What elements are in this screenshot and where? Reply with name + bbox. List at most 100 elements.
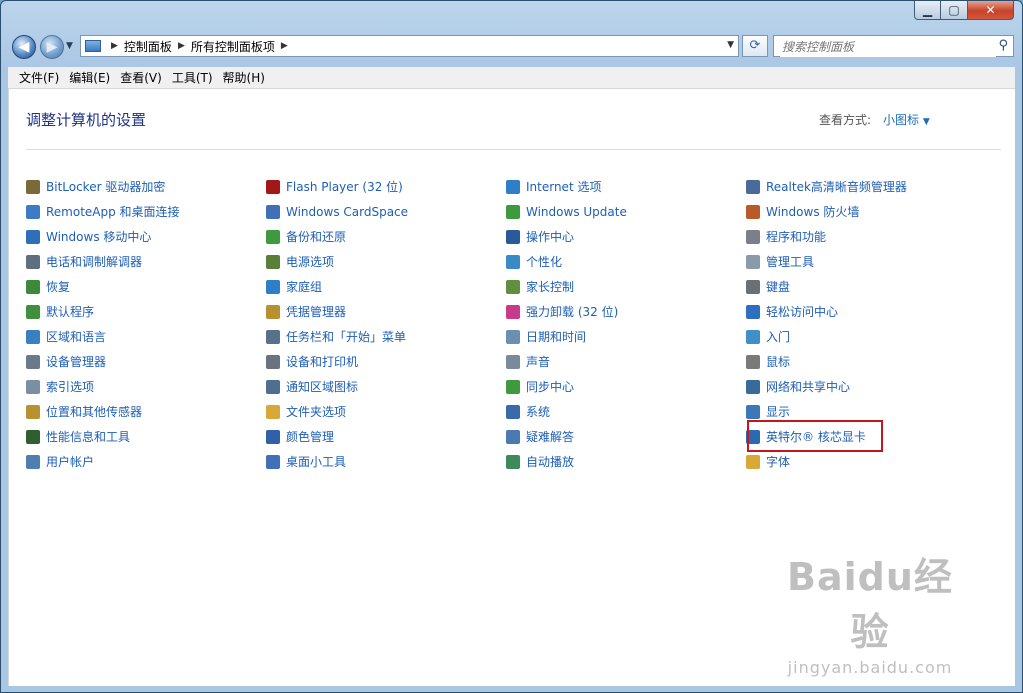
- control-panel-item-label[interactable]: 强力卸载 (32 位): [526, 303, 618, 320]
- control-panel-item[interactable]: 轻松访问中心: [746, 299, 976, 324]
- control-panel-item[interactable]: 位置和其他传感器: [26, 399, 256, 424]
- control-panel-item[interactable]: 电源选项: [266, 249, 496, 274]
- control-panel-item[interactable]: 桌面小工具: [266, 449, 496, 474]
- control-panel-item[interactable]: 自动播放: [506, 449, 736, 474]
- control-panel-item[interactable]: 通知区域图标: [266, 374, 496, 399]
- control-panel-item[interactable]: 用户帐户: [26, 449, 256, 474]
- control-panel-item-label[interactable]: 设备管理器: [46, 353, 106, 370]
- menu-view[interactable]: 查看(V): [115, 69, 167, 86]
- control-panel-item-label[interactable]: 颜色管理: [286, 428, 334, 445]
- breadcrumb-separator-icon[interactable]: ▶: [281, 41, 288, 51]
- control-panel-item[interactable]: 程序和功能: [746, 224, 976, 249]
- control-panel-item-label[interactable]: 默认程序: [46, 303, 94, 320]
- control-panel-item[interactable]: 声音: [506, 349, 736, 374]
- control-panel-item-label[interactable]: Realtek高清晰音频管理器: [766, 178, 907, 195]
- close-button[interactable]: ✕: [968, 1, 1014, 20]
- control-panel-item-label[interactable]: 鼠标: [766, 353, 790, 370]
- control-panel-item[interactable]: BitLocker 驱动器加密: [26, 174, 256, 199]
- control-panel-item-label[interactable]: 日期和时间: [526, 328, 586, 345]
- recent-pages-dropdown[interactable]: ▼: [66, 41, 73, 51]
- control-panel-item-label[interactable]: Flash Player (32 位): [286, 178, 403, 195]
- control-panel-item-label[interactable]: 键盘: [766, 278, 790, 295]
- control-panel-item[interactable]: Windows 移动中心: [26, 224, 256, 249]
- breadcrumb-all-items[interactable]: 所有控制面板项: [191, 38, 275, 55]
- control-panel-item-label[interactable]: 区域和语言: [46, 328, 106, 345]
- control-panel-item-label[interactable]: 程序和功能: [766, 228, 826, 245]
- control-panel-item-label[interactable]: 同步中心: [526, 378, 574, 395]
- control-panel-item[interactable]: Flash Player (32 位): [266, 174, 496, 199]
- control-panel-item-label[interactable]: 入门: [766, 328, 790, 345]
- control-panel-item-label[interactable]: 系统: [526, 403, 550, 420]
- control-panel-item-label[interactable]: 用户帐户: [46, 453, 94, 470]
- control-panel-item[interactable]: 网络和共享中心: [746, 374, 976, 399]
- control-panel-item[interactable]: Internet 选项: [506, 174, 736, 199]
- control-panel-item-label[interactable]: 自动播放: [526, 453, 574, 470]
- control-panel-item-label[interactable]: 索引选项: [46, 378, 94, 395]
- address-dropdown-icon[interactable]: ▼: [727, 40, 734, 50]
- control-panel-item[interactable]: 疑难解答: [506, 424, 736, 449]
- control-panel-item[interactable]: 同步中心: [506, 374, 736, 399]
- control-panel-item-label[interactable]: 备份和还原: [286, 228, 346, 245]
- control-panel-item[interactable]: 默认程序: [26, 299, 256, 324]
- view-by-value[interactable]: 小图标: [883, 113, 919, 127]
- control-panel-item[interactable]: 系统: [506, 399, 736, 424]
- control-panel-item-label[interactable]: Windows CardSpace: [286, 205, 408, 219]
- search-box[interactable]: ⚲: [773, 35, 1014, 57]
- control-panel-item[interactable]: 个性化: [506, 249, 736, 274]
- control-panel-item[interactable]: 恢复: [26, 274, 256, 299]
- control-panel-item-label[interactable]: 轻松访问中心: [766, 303, 838, 320]
- control-panel-item[interactable]: 索引选项: [26, 374, 256, 399]
- control-panel-item-label[interactable]: 文件夹选项: [286, 403, 346, 420]
- control-panel-item[interactable]: Windows 防火墙: [746, 199, 976, 224]
- control-panel-item[interactable]: Windows CardSpace: [266, 199, 496, 224]
- control-panel-item[interactable]: 性能信息和工具: [26, 424, 256, 449]
- control-panel-item-label[interactable]: 字体: [766, 453, 790, 470]
- address-bar[interactable]: ▶ 控制面板 ▶ 所有控制面板项 ▶ ▼: [80, 35, 739, 57]
- control-panel-item[interactable]: 家长控制: [506, 274, 736, 299]
- control-panel-item-label[interactable]: 桌面小工具: [286, 453, 346, 470]
- search-input[interactable]: [780, 37, 996, 57]
- control-panel-item-label[interactable]: 管理工具: [766, 253, 814, 270]
- control-panel-item-label[interactable]: 恢复: [46, 278, 70, 295]
- breadcrumb-separator-icon[interactable]: ▶: [178, 41, 185, 51]
- refresh-button[interactable]: ⟳: [742, 35, 768, 57]
- control-panel-item-label[interactable]: 个性化: [526, 253, 562, 270]
- menu-tools[interactable]: 工具(T): [167, 69, 218, 86]
- forward-button[interactable]: ▶: [40, 35, 64, 59]
- minimize-button[interactable]: ▁: [914, 1, 941, 20]
- control-panel-item[interactable]: 文件夹选项: [266, 399, 496, 424]
- control-panel-item[interactable]: Realtek高清晰音频管理器: [746, 174, 976, 199]
- control-panel-item-label[interactable]: 网络和共享中心: [766, 378, 850, 395]
- menu-help[interactable]: 帮助(H): [218, 69, 270, 86]
- control-panel-item-label[interactable]: 通知区域图标: [286, 378, 358, 395]
- control-panel-item[interactable]: 区域和语言: [26, 324, 256, 349]
- control-panel-item-label[interactable]: Windows 防火墙: [766, 203, 859, 220]
- control-panel-item[interactable]: RemoteApp 和桌面连接: [26, 199, 256, 224]
- control-panel-item[interactable]: 键盘: [746, 274, 976, 299]
- control-panel-item-label[interactable]: 性能信息和工具: [46, 428, 130, 445]
- control-panel-item[interactable]: 凭据管理器: [266, 299, 496, 324]
- control-panel-item[interactable]: 电话和调制解调器: [26, 249, 256, 274]
- control-panel-item-label[interactable]: Windows Update: [526, 205, 627, 219]
- control-panel-item[interactable]: 颜色管理: [266, 424, 496, 449]
- view-by-dropdown[interactable]: 小图标 ▼: [883, 111, 930, 128]
- control-panel-item-label[interactable]: RemoteApp 和桌面连接: [46, 203, 180, 220]
- control-panel-item[interactable]: 字体: [746, 449, 976, 474]
- chevron-down-icon[interactable]: ▼: [923, 117, 930, 127]
- control-panel-item[interactable]: 设备和打印机: [266, 349, 496, 374]
- control-panel-item-label[interactable]: 设备和打印机: [286, 353, 358, 370]
- control-panel-item-label[interactable]: 显示: [766, 403, 790, 420]
- back-button[interactable]: ◀: [12, 35, 36, 59]
- control-panel-item[interactable]: 强力卸载 (32 位): [506, 299, 736, 324]
- control-panel-item-label[interactable]: 位置和其他传感器: [46, 403, 142, 420]
- breadcrumb-control-panel[interactable]: 控制面板: [124, 38, 172, 55]
- maximize-button[interactable]: ▢: [941, 1, 968, 20]
- control-panel-item-label[interactable]: 家长控制: [526, 278, 574, 295]
- control-panel-item-label[interactable]: 任务栏和「开始」菜单: [286, 328, 406, 345]
- search-icon[interactable]: ⚲: [998, 38, 1008, 53]
- control-panel-item[interactable]: 任务栏和「开始」菜单: [266, 324, 496, 349]
- control-panel-item-label[interactable]: BitLocker 驱动器加密: [46, 178, 165, 195]
- control-panel-item-label[interactable]: 操作中心: [526, 228, 574, 245]
- control-panel-item-label[interactable]: 电话和调制解调器: [46, 253, 142, 270]
- menu-file[interactable]: 文件(F): [14, 69, 64, 86]
